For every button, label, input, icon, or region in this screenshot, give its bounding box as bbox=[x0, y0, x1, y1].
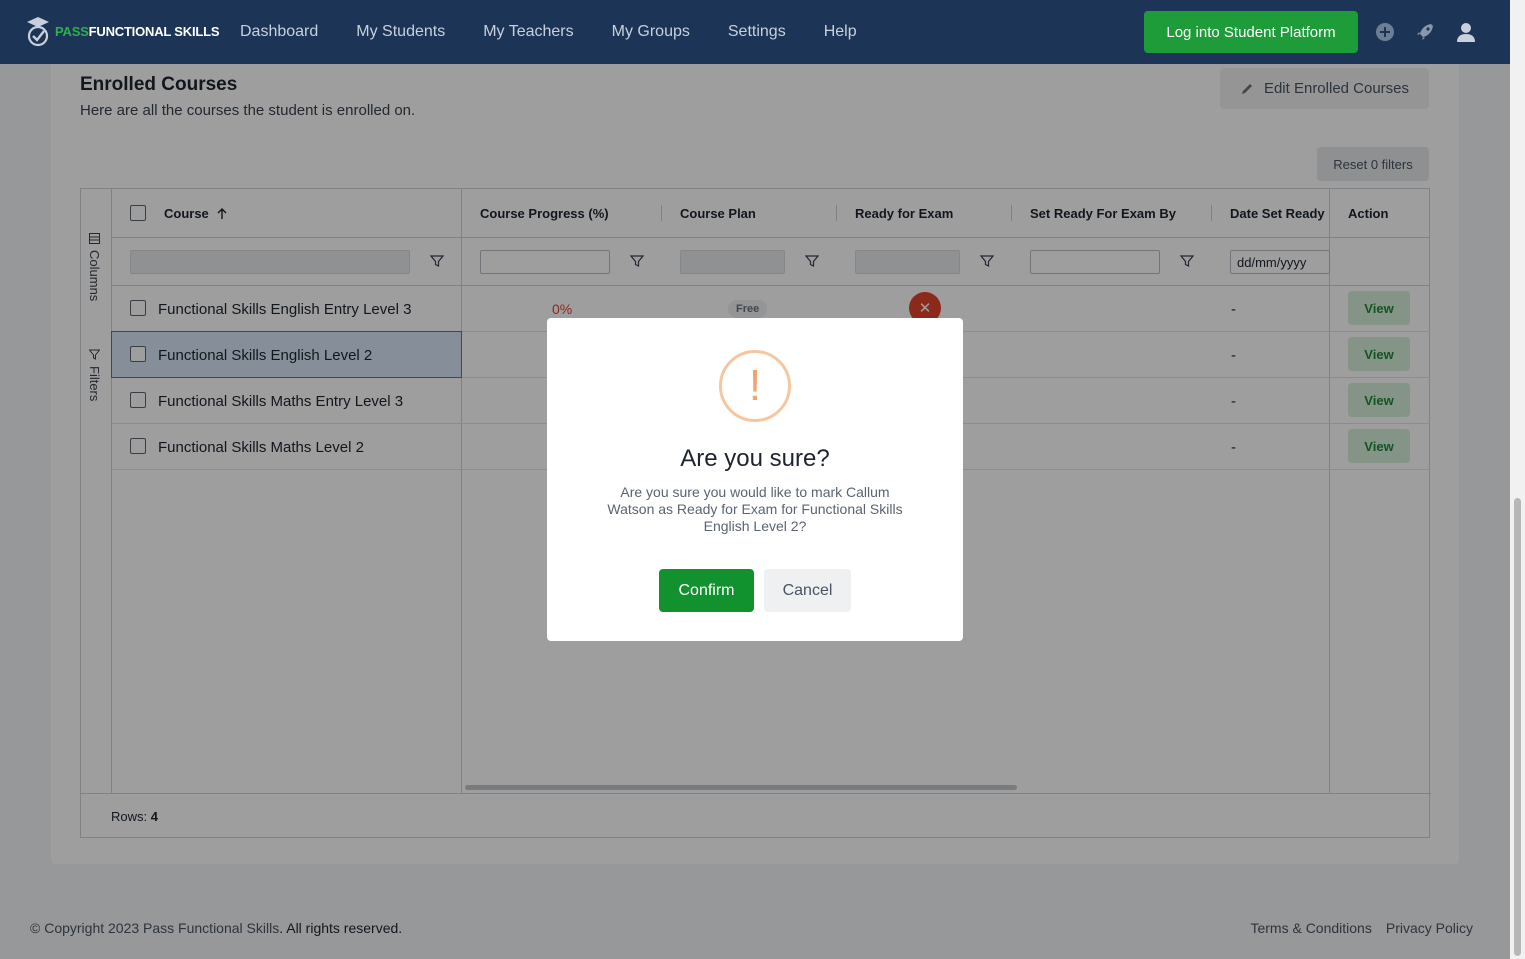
vertical-scrollbar-thumb[interactable] bbox=[1514, 498, 1521, 956]
dialog-message: Are you sure you would like to mark Call… bbox=[607, 484, 903, 534]
cancel-button[interactable]: Cancel bbox=[764, 569, 851, 612]
dialog-title: Are you sure? bbox=[680, 445, 830, 472]
warning-icon: ! bbox=[719, 350, 791, 422]
confirm-button[interactable]: Confirm bbox=[659, 569, 754, 612]
confirm-dialog: ! Are you sure? Are you sure you would l… bbox=[547, 318, 963, 641]
